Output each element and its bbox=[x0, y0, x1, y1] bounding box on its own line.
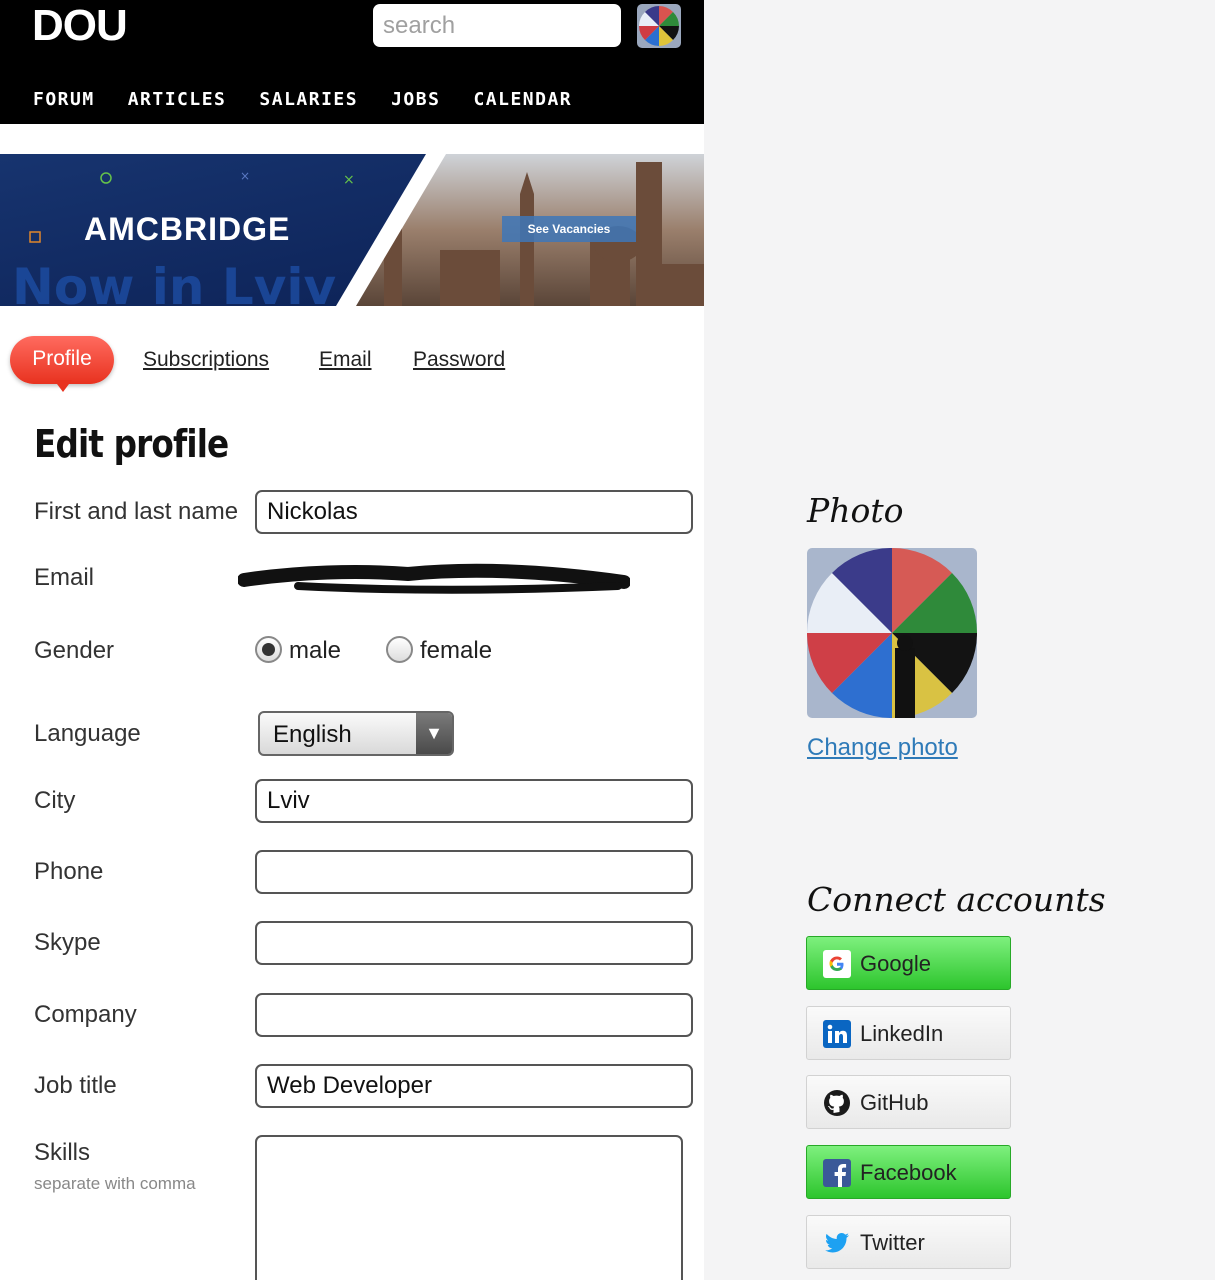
search-input[interactable] bbox=[373, 4, 621, 47]
banner-cta[interactable]: See Vacancies bbox=[528, 222, 611, 236]
gender-male-label[interactable]: male bbox=[289, 636, 341, 666]
facebook-icon bbox=[823, 1159, 851, 1187]
twitter-icon bbox=[823, 1229, 851, 1257]
profile-photo bbox=[807, 548, 977, 718]
gender-female-label[interactable]: female bbox=[420, 636, 492, 666]
facebook-connect-button[interactable]: Facebook bbox=[806, 1145, 1011, 1199]
nav-calendar[interactable]: CALENDAR bbox=[473, 88, 572, 112]
language-select[interactable]: English ▼ bbox=[258, 711, 454, 756]
phone-field[interactable] bbox=[255, 850, 693, 894]
language-value: English bbox=[273, 721, 352, 748]
chevron-down-icon[interactable]: ▼ bbox=[416, 713, 452, 754]
twitter-label: Twitter bbox=[860, 1230, 925, 1255]
github-label: GitHub bbox=[860, 1090, 929, 1115]
city-label: City bbox=[34, 787, 76, 814]
language-label: Language bbox=[34, 720, 141, 747]
skills-field[interactable] bbox=[255, 1135, 683, 1280]
phone-label: Phone bbox=[34, 858, 104, 885]
gender-female-radio[interactable] bbox=[386, 636, 413, 663]
user-avatar[interactable] bbox=[637, 4, 681, 48]
skype-label: Skype bbox=[34, 929, 101, 956]
google-icon bbox=[823, 950, 851, 978]
skype-field[interactable] bbox=[255, 921, 693, 965]
skills-label: Skills bbox=[34, 1139, 91, 1166]
name-label: First and last name bbox=[34, 498, 239, 525]
gender-label: Gender bbox=[34, 637, 115, 664]
svg-text:×: × bbox=[343, 172, 355, 188]
photo-heading: Photo bbox=[807, 491, 904, 530]
change-photo-link[interactable]: Change photo bbox=[807, 733, 958, 763]
google-label: Google bbox=[860, 951, 931, 976]
banner-brand: AMCBRIDGE bbox=[84, 211, 290, 247]
tab-email[interactable]: Email bbox=[319, 347, 372, 373]
github-icon bbox=[823, 1089, 851, 1117]
nav-articles[interactable]: ARTICLES bbox=[128, 88, 227, 112]
job-title-label: Job title bbox=[34, 1072, 117, 1099]
skills-hint: separate with comma bbox=[34, 1174, 196, 1193]
connect-accounts-heading: Connect accounts bbox=[807, 880, 1106, 919]
email-redacted bbox=[237, 562, 631, 603]
google-connect-button[interactable]: Google bbox=[806, 936, 1011, 990]
ad-banner[interactable]: See Vacancies AMCBRIDGE Now in Lviv × × bbox=[0, 154, 704, 306]
svg-text:×: × bbox=[240, 169, 250, 183]
tab-subscriptions[interactable]: Subscriptions bbox=[143, 347, 269, 373]
page-title: Edit profile bbox=[34, 422, 229, 466]
main-nav: FORUM ARTICLES SALARIES JOBS CALENDAR bbox=[33, 88, 605, 112]
nav-forum[interactable]: FORUM bbox=[33, 88, 95, 112]
tab-profile-pointer bbox=[54, 380, 72, 392]
nav-salaries[interactable]: SALARIES bbox=[259, 88, 358, 112]
city-field[interactable] bbox=[255, 779, 693, 823]
twitter-connect-button[interactable]: Twitter bbox=[806, 1215, 1011, 1269]
site-logo[interactable]: DOU bbox=[32, 2, 128, 50]
tab-profile[interactable]: Profile bbox=[10, 336, 114, 384]
github-connect-button[interactable]: GitHub bbox=[806, 1075, 1011, 1129]
banner-tagline: Now in Lviv bbox=[12, 258, 336, 306]
company-field[interactable] bbox=[255, 993, 693, 1037]
tab-password[interactable]: Password bbox=[413, 347, 505, 373]
gender-male-radio[interactable] bbox=[255, 636, 282, 663]
name-field[interactable] bbox=[255, 490, 693, 534]
linkedin-icon bbox=[823, 1020, 851, 1048]
email-label: Email bbox=[34, 564, 95, 591]
linkedin-connect-button[interactable]: LinkedIn bbox=[806, 1006, 1011, 1060]
company-label: Company bbox=[34, 1001, 137, 1028]
facebook-label: Facebook bbox=[860, 1160, 957, 1185]
nav-jobs[interactable]: JOBS bbox=[391, 88, 440, 112]
main-panel: DOU FORUM ARTICLES SALARIES bbox=[0, 0, 704, 1280]
site-header: DOU FORUM ARTICLES SALARIES bbox=[0, 0, 704, 124]
linkedin-label: LinkedIn bbox=[860, 1021, 944, 1046]
job-title-field[interactable] bbox=[255, 1064, 693, 1108]
